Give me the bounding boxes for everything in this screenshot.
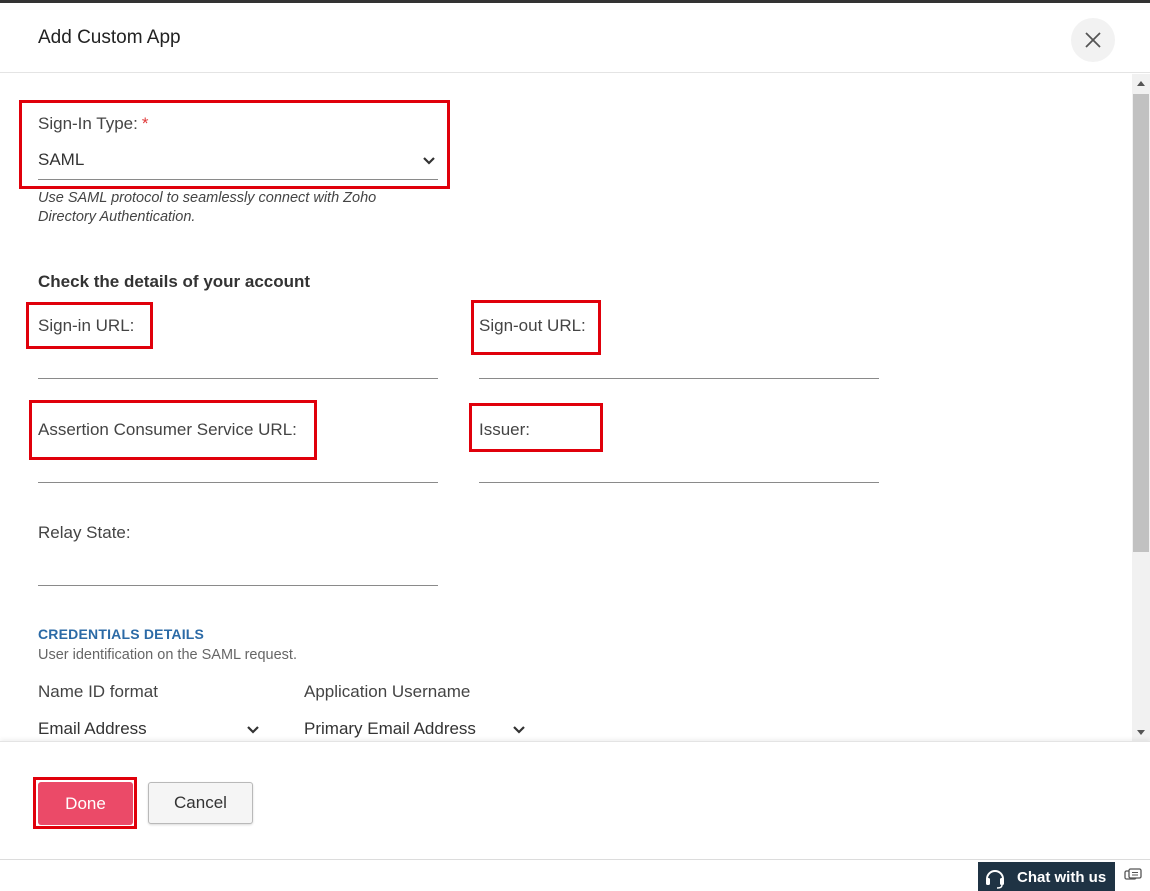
credentials-subtitle: User identification on the SAML request.: [38, 647, 297, 663]
highlight-box-issuer: [469, 403, 603, 452]
highlight-box-done: [33, 777, 137, 829]
issuer-underline: [479, 482, 879, 483]
application-username-value: Primary Email Address: [304, 719, 476, 738]
dialog-footer: Done Cancel: [0, 741, 1150, 859]
scroll-up-arrow-icon[interactable]: [1137, 81, 1145, 86]
sign-in-url-input[interactable]: [38, 346, 438, 378]
acs-url-input[interactable]: [38, 450, 438, 482]
application-username-select[interactable]: Primary Email Address: [304, 719, 530, 741]
hint-line-2: Directory Authentication.: [38, 209, 196, 225]
dialog-header: Add Custom App: [0, 3, 1150, 73]
chat-with-us-label: Chat with us: [1017, 869, 1107, 886]
dialog-title: Add Custom App: [38, 27, 181, 48]
relay-state-label: Relay State:: [38, 523, 131, 542]
application-username-label: Application Username: [304, 682, 471, 701]
name-id-format-value: Email Address: [38, 719, 147, 738]
headset-icon: [986, 870, 1004, 889]
dialog-content: Sign-In Type: * SAML Use SAML protocol to…: [0, 74, 1132, 741]
bottom-bar: Chat with us: [0, 859, 1150, 891]
credentials-section-title: CREDENTIALS DETAILS: [38, 626, 205, 642]
scroll-thumb[interactable]: [1133, 94, 1149, 552]
issuer-input[interactable]: [479, 450, 879, 482]
close-icon: [1085, 32, 1101, 48]
chat-with-us-button[interactable]: Chat with us: [978, 862, 1115, 891]
highlight-box-sign-in-url: [26, 302, 153, 349]
sign-in-url-underline: [38, 378, 438, 379]
name-id-format-label: Name ID format: [38, 682, 158, 701]
chevron-down-icon: [513, 726, 525, 734]
sign-out-url-underline: [479, 378, 879, 379]
account-section-title: Check the details of your account: [38, 272, 311, 291]
scroll-down-arrow-icon[interactable]: [1137, 730, 1145, 735]
chevron-down-icon: [247, 726, 259, 734]
hint-line-1: Use SAML protocol to seamlessly connect …: [38, 190, 377, 206]
name-id-format-select[interactable]: Email Address: [38, 719, 264, 741]
acs-url-underline: [38, 482, 438, 483]
sign-in-type-hint: Use SAML protocol to seamlessly connect …: [38, 189, 376, 227]
content-scrollbar[interactable]: [1132, 74, 1150, 741]
chat-bubbles-icon[interactable]: [1124, 868, 1142, 884]
sign-out-url-input[interactable]: [479, 346, 879, 378]
relay-state-underline: [38, 585, 438, 586]
highlight-box-sign-in-type: [19, 100, 450, 189]
relay-state-input[interactable]: [38, 553, 438, 585]
close-button[interactable]: [1071, 18, 1115, 62]
cancel-button[interactable]: Cancel: [148, 782, 253, 824]
